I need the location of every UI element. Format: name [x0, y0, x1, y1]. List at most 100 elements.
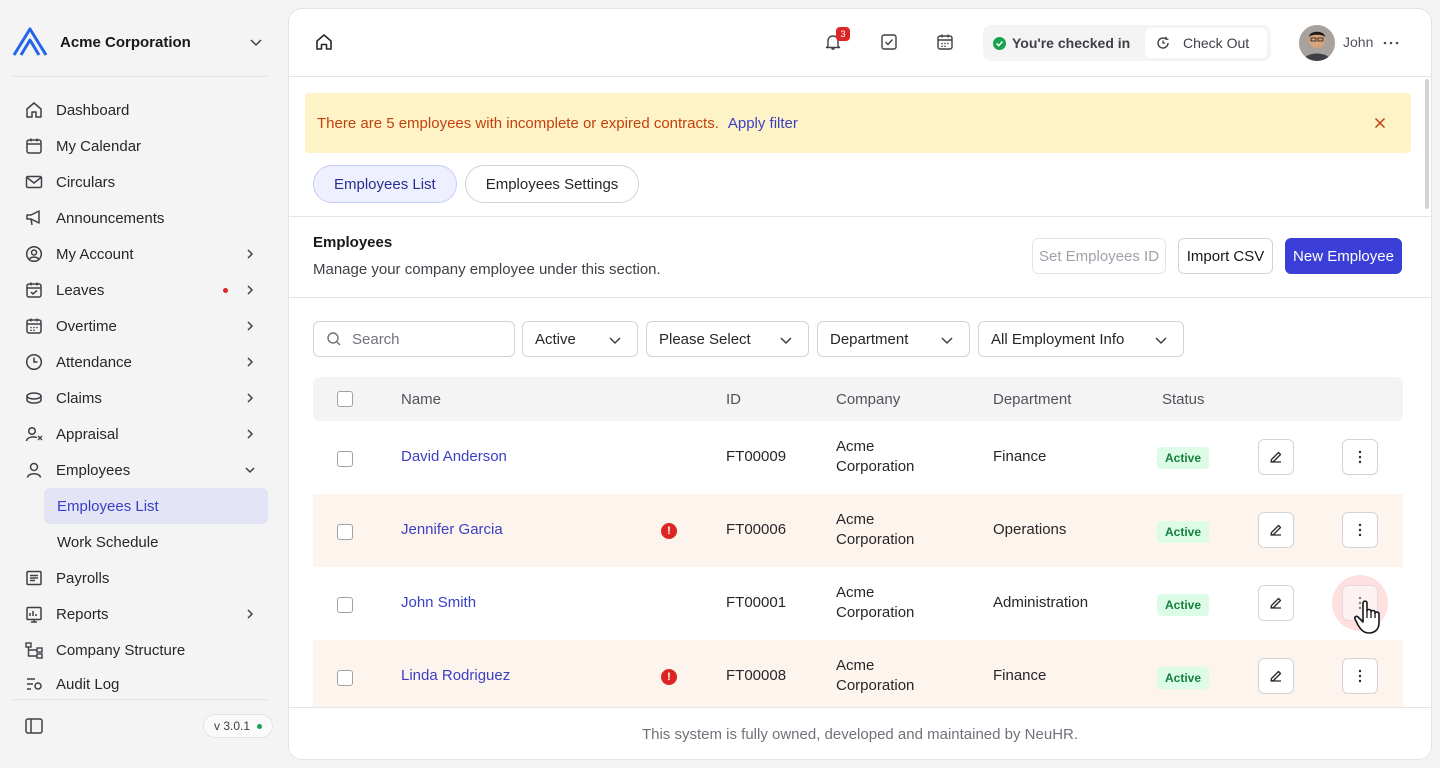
row-checkbox[interactable] [337, 670, 353, 686]
sidebar-divider [12, 76, 268, 77]
sidebar-item-label: Circulars [56, 173, 116, 191]
avatar[interactable] [1299, 25, 1335, 61]
sidebar-item-overtime[interactable]: Overtime [12, 308, 268, 344]
mail-icon [24, 172, 44, 192]
close-icon[interactable] [1371, 114, 1389, 132]
pencil-icon [1269, 523, 1283, 537]
employment-info-dropdown[interactable]: All Employment Info [978, 321, 1184, 357]
search-field[interactable] [313, 321, 515, 357]
company-name: Acme Corporation [60, 33, 191, 51]
edit-button[interactable] [1258, 439, 1294, 475]
employee-name-link[interactable]: John Smith [401, 594, 476, 611]
sidebar-item-leaves[interactable]: Leaves [12, 272, 268, 308]
sidebar-item-label: Employees [56, 461, 131, 479]
row-checkbox[interactable] [337, 524, 353, 540]
more-actions-button[interactable] [1342, 658, 1378, 694]
header-status[interactable]: Status [1162, 391, 1205, 408]
more-actions-button[interactable] [1342, 439, 1378, 475]
company-line: Corporation [836, 604, 915, 621]
header-id[interactable]: ID [726, 391, 741, 408]
employee-company: Acme Corporation [836, 510, 914, 550]
new-employee-button[interactable]: New Employee [1285, 238, 1402, 274]
status-select[interactable]: Active [522, 321, 638, 357]
check-out-button[interactable]: Check Out [1145, 28, 1267, 58]
calendar-clock-icon [24, 316, 44, 336]
more-actions-button[interactable] [1342, 512, 1378, 548]
edit-button[interactable] [1258, 585, 1294, 621]
please-select-value: Please Select [659, 330, 751, 348]
employee-department: Finance [993, 667, 1047, 684]
employee-name-link[interactable]: Jennifer Garcia [401, 521, 503, 538]
sidebar-item-my-calendar[interactable]: My Calendar [12, 128, 268, 164]
checkbox-task-icon[interactable] [878, 31, 900, 53]
checkin-status: You're checked in Check Out [983, 25, 1271, 61]
topbar: 3 You're checked in Check Out John [289, 9, 1431, 77]
chevron-right-icon [242, 318, 258, 334]
section-subtitle: Manage your company employee under this … [313, 261, 661, 278]
sidebar-item-audit-log[interactable]: Audit Log [12, 668, 268, 698]
sidebar-item-label: Audit Log [56, 675, 120, 693]
sidebar-item-label: Company Structure [56, 641, 186, 659]
set-employees-id-button[interactable]: Set Employees ID [1032, 238, 1166, 274]
tab-employees-settings[interactable]: Employees Settings [464, 165, 640, 203]
company-line: Acme [836, 584, 875, 601]
more-horizontal-icon[interactable] [1381, 33, 1401, 53]
sidebar-item-label: Overtime [56, 317, 117, 335]
please-select-dropdown[interactable]: Please Select [646, 321, 809, 357]
notification-count-badge: 3 [836, 27, 850, 41]
tab-employees-list[interactable]: Employees List [313, 165, 457, 203]
user-name[interactable]: John [1343, 34, 1373, 50]
sidebar-toggle-icon[interactable] [24, 716, 44, 736]
edit-button[interactable] [1258, 512, 1294, 548]
employee-company: Acme Corporation [836, 656, 914, 696]
divider [289, 297, 1431, 298]
sidebar-subitem-employees-list[interactable]: Employees List [44, 488, 268, 524]
pencil-icon [1269, 596, 1283, 610]
sidebar-item-company-structure[interactable]: Company Structure [12, 632, 268, 668]
home-icon[interactable] [313, 31, 335, 53]
sidebar-item-label: Announcements [56, 209, 165, 227]
header-name[interactable]: Name [401, 391, 441, 408]
header-company[interactable]: Company [836, 391, 900, 408]
edit-button[interactable] [1258, 658, 1294, 694]
version-label: v 3.0.1 [214, 719, 251, 733]
company-line: Corporation [836, 531, 915, 548]
scrollbar[interactable] [1425, 79, 1429, 209]
select-all-checkbox[interactable] [337, 391, 353, 407]
company-line: Acme [836, 438, 875, 455]
user-circle-icon [24, 244, 44, 264]
apply-filter-link[interactable]: Apply filter [728, 115, 798, 132]
sidebar-item-appraisal[interactable]: Appraisal [12, 416, 268, 452]
sidebar-item-label: My Calendar [56, 137, 142, 155]
notification-dot [223, 287, 228, 293]
sidebar-item-claims[interactable]: Claims [12, 380, 268, 416]
sidebar-item-payrolls[interactable]: Payrolls [12, 560, 268, 596]
sidebar-item-attendance[interactable]: Attendance [12, 344, 268, 380]
company-logo-icon [12, 26, 48, 58]
employee-name-link[interactable]: David Anderson [401, 448, 507, 465]
sidebar-item-announcements[interactable]: Announcements [12, 200, 268, 236]
audit-icon [24, 674, 44, 694]
bell-icon[interactable]: 3 [822, 27, 850, 53]
calendar-icon[interactable] [934, 31, 956, 53]
sidebar-subitem-work-schedule[interactable]: Work Schedule [44, 524, 268, 560]
import-csv-button[interactable]: Import CSV [1178, 238, 1273, 274]
table-row: Linda Rodriguez ! FT00008 Acme Corporatio… [313, 640, 1403, 713]
chevron-down-icon [607, 332, 623, 348]
sidebar-item-dashboard[interactable]: Dashboard [12, 92, 268, 128]
employee-name-link[interactable]: Linda Rodriguez [401, 667, 510, 684]
sidebar-item-employees[interactable]: Employees [12, 452, 268, 488]
header-department[interactable]: Department [993, 391, 1071, 408]
table-header: Name ID Company Department Status [313, 377, 1403, 421]
row-checkbox[interactable] [337, 451, 353, 467]
sidebar-item-my-account[interactable]: My Account [12, 236, 268, 272]
employee-id: FT00001 [726, 594, 787, 611]
sidebar-item-reports[interactable]: Reports [12, 596, 268, 632]
row-checkbox[interactable] [337, 597, 353, 613]
company-switcher[interactable]: Acme Corporation [12, 22, 268, 62]
sidebar-item-circulars[interactable]: Circulars [12, 164, 268, 200]
hierarchy-icon [24, 640, 44, 660]
search-input[interactable] [352, 330, 492, 348]
status-badge: Active [1157, 447, 1210, 469]
department-dropdown[interactable]: Department [817, 321, 970, 357]
